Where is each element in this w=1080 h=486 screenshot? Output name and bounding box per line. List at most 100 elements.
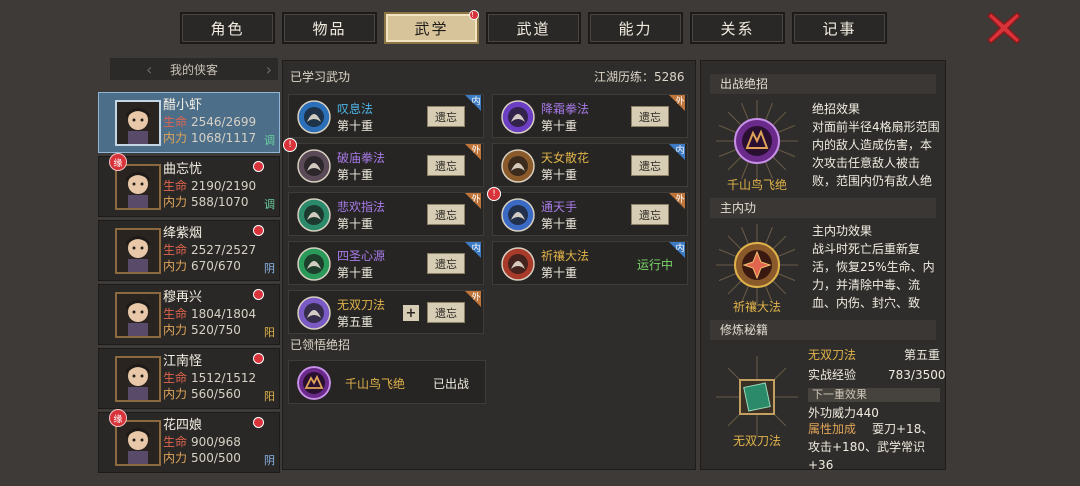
skill-card[interactable]: 无双刀法 第五重 外遗忘 +	[288, 290, 484, 334]
manual-name: 无双刀法	[808, 348, 857, 362]
forget-button[interactable]: 遗忘	[631, 155, 669, 176]
skill-name: 祈禳大法	[541, 249, 590, 263]
hero-card[interactable]: 花四娘 生命 900/968 内力 500/500 阴缘	[98, 409, 280, 473]
ultimate-row[interactable]: 千山鸟飞绝 已出战	[288, 360, 486, 404]
hero-mp: 内力 560/560	[163, 386, 279, 402]
skill-level: 第十重	[541, 119, 578, 133]
battle-ult-effect-title: 绝招效果	[812, 102, 861, 116]
ultimates-title: 已领悟绝招	[290, 338, 351, 352]
battle-ult-ring-icon[interactable]	[716, 100, 798, 182]
battle-ult-header: 出战绝招	[710, 74, 936, 94]
hero-hp: 生命 2190/2190	[163, 178, 279, 194]
tab-3[interactable]: 武道	[486, 12, 581, 44]
hero-hp: 生命 2527/2527	[163, 242, 279, 258]
learned-skills-title: 已学习武功	[290, 70, 351, 84]
ultimate-mountain-icon	[297, 366, 331, 400]
hero-alert-icon	[253, 417, 264, 428]
hero-card[interactable]: 醋小虾 生命 2546/2699 内力 1068/1117 调	[98, 92, 280, 153]
skill-card[interactable]: 破庙拳法 第十重 外遗忘!	[283, 138, 484, 187]
battle-ult-effect-text: 对面前半径4格扇形范围内的敌人造成伤害，本次攻击任意敌人被击败，范围内仍有敌人绝	[812, 120, 940, 188]
skill-icon	[297, 149, 331, 183]
skill-level: 第十重	[337, 217, 374, 231]
add-level-button[interactable]: +	[403, 305, 419, 321]
tab-2[interactable]: 武学!	[384, 10, 479, 44]
skill-card[interactable]: 通天手 第十重 外遗忘!	[487, 187, 688, 236]
tab-label: 记事	[822, 19, 857, 38]
manual-book-icon[interactable]	[716, 356, 798, 438]
skill-type-badge: 外	[669, 95, 685, 111]
skill-card[interactable]: 祈禳大法 第十重内运行中	[492, 241, 688, 285]
hero-card[interactable]: 曲忘忧 生命 2190/2190 内力 588/1070 调缘	[98, 153, 280, 217]
manual-bonus-text: 耍刀+18、攻击+180、武学常识+36	[808, 422, 934, 470]
forget-button[interactable]: 遗忘	[427, 106, 465, 127]
hero-attribute: 阳	[264, 326, 275, 339]
skill-type-badge: 外	[465, 291, 481, 307]
tab-0[interactable]: 角色	[180, 12, 275, 44]
skill-level: 第十重	[541, 266, 578, 280]
hp-value: 900/968	[191, 435, 241, 449]
skill-type-badge: 外	[465, 193, 481, 209]
close-icon[interactable]	[986, 10, 1022, 46]
hero-portrait	[115, 164, 161, 210]
chevron-right-icon[interactable]: ›	[266, 60, 272, 79]
hero-portrait	[115, 228, 161, 274]
hero-card[interactable]: 江南怪 生命 1512/1512 内力 560/560 阳	[98, 348, 280, 409]
hero-attribute: 阳	[264, 390, 275, 403]
tab-4[interactable]: 能力	[588, 12, 683, 44]
mp-value: 1068/1117	[191, 131, 257, 145]
skill-name: 叹息法	[337, 102, 374, 116]
hero-alert-icon	[253, 225, 264, 236]
hero-hp: 生命 1804/1804	[163, 306, 279, 322]
skill-warning-icon: !	[283, 138, 297, 152]
hero-mp: 内力 500/500	[163, 450, 279, 466]
tab-1[interactable]: 物品	[282, 12, 377, 44]
ultimate-name: 千山鸟飞绝	[345, 377, 406, 391]
hero-mp: 内力 1068/1117	[163, 130, 279, 146]
skill-card[interactable]: 降霜拳法 第十重 外遗忘	[492, 94, 688, 138]
hp-label: 生命	[163, 115, 188, 129]
chevron-left-icon[interactable]: ‹	[146, 60, 152, 79]
hero-card[interactable]: 穆再兴 生命 1804/1804 内力 520/750 阳	[98, 284, 280, 345]
forget-button[interactable]: 遗忘	[631, 106, 669, 127]
top-tab-bar: 角色 物品 武学! 武道 能力 关系 记事	[180, 10, 892, 46]
hero-hp: 生命 1512/1512	[163, 370, 279, 386]
hp-label: 生命	[163, 243, 188, 257]
hero-portrait	[115, 356, 161, 402]
forget-button[interactable]: 遗忘	[427, 204, 465, 225]
forget-button[interactable]: 遗忘	[631, 204, 669, 225]
skill-icon	[297, 100, 331, 134]
skill-icon	[297, 198, 331, 232]
skill-running-status: 运行中	[636, 258, 673, 272]
forget-button[interactable]: 遗忘	[427, 155, 465, 176]
mp-value: 520/750	[191, 323, 241, 337]
hp-label: 生命	[163, 179, 188, 193]
hero-alert-icon	[253, 353, 264, 364]
skill-card[interactable]: 叹息法 第十重 内遗忘	[288, 94, 484, 138]
hp-value: 2546/2699	[191, 115, 257, 129]
skill-icon	[501, 247, 535, 281]
hero-attribute: 阴	[264, 454, 275, 467]
tab-5[interactable]: 关系	[690, 12, 785, 44]
skill-card[interactable]: 悲欢指法 第十重 外遗忘	[288, 192, 484, 236]
hero-portrait	[115, 292, 161, 338]
tab-alert-icon: !	[468, 10, 479, 20]
forget-button[interactable]: 遗忘	[427, 253, 465, 274]
my-heroes-header: ‹ 我的侠客 ›	[110, 58, 278, 80]
battle-ult-ring-label: 千山鸟飞绝	[726, 178, 787, 192]
hp-label: 生命	[163, 371, 188, 385]
main-inner-ring-icon[interactable]	[716, 224, 798, 306]
my-heroes-label: 我的侠客	[169, 62, 218, 77]
forget-button[interactable]: 遗忘	[427, 302, 465, 323]
skill-name: 天女散花	[541, 151, 590, 165]
hero-hp: 生命 2546/2699	[163, 114, 279, 130]
skill-card[interactable]: 四圣心源 第十重 内遗忘	[288, 241, 484, 285]
hero-mp: 内力 670/670	[163, 258, 279, 274]
skill-card[interactable]: 天女散花 第十重 内遗忘	[492, 143, 688, 187]
main-inner-header: 主内功	[710, 198, 936, 218]
skill-type-badge: 内	[465, 95, 481, 111]
hero-card[interactable]: 绛紫烟 生命 2527/2527 内力 670/670 阴	[98, 220, 280, 281]
tab-6[interactable]: 记事	[792, 12, 887, 44]
mp-value: 670/670	[191, 259, 241, 273]
hero-attribute: 调	[264, 198, 275, 211]
hero-mp: 内力 588/1070	[163, 194, 279, 210]
